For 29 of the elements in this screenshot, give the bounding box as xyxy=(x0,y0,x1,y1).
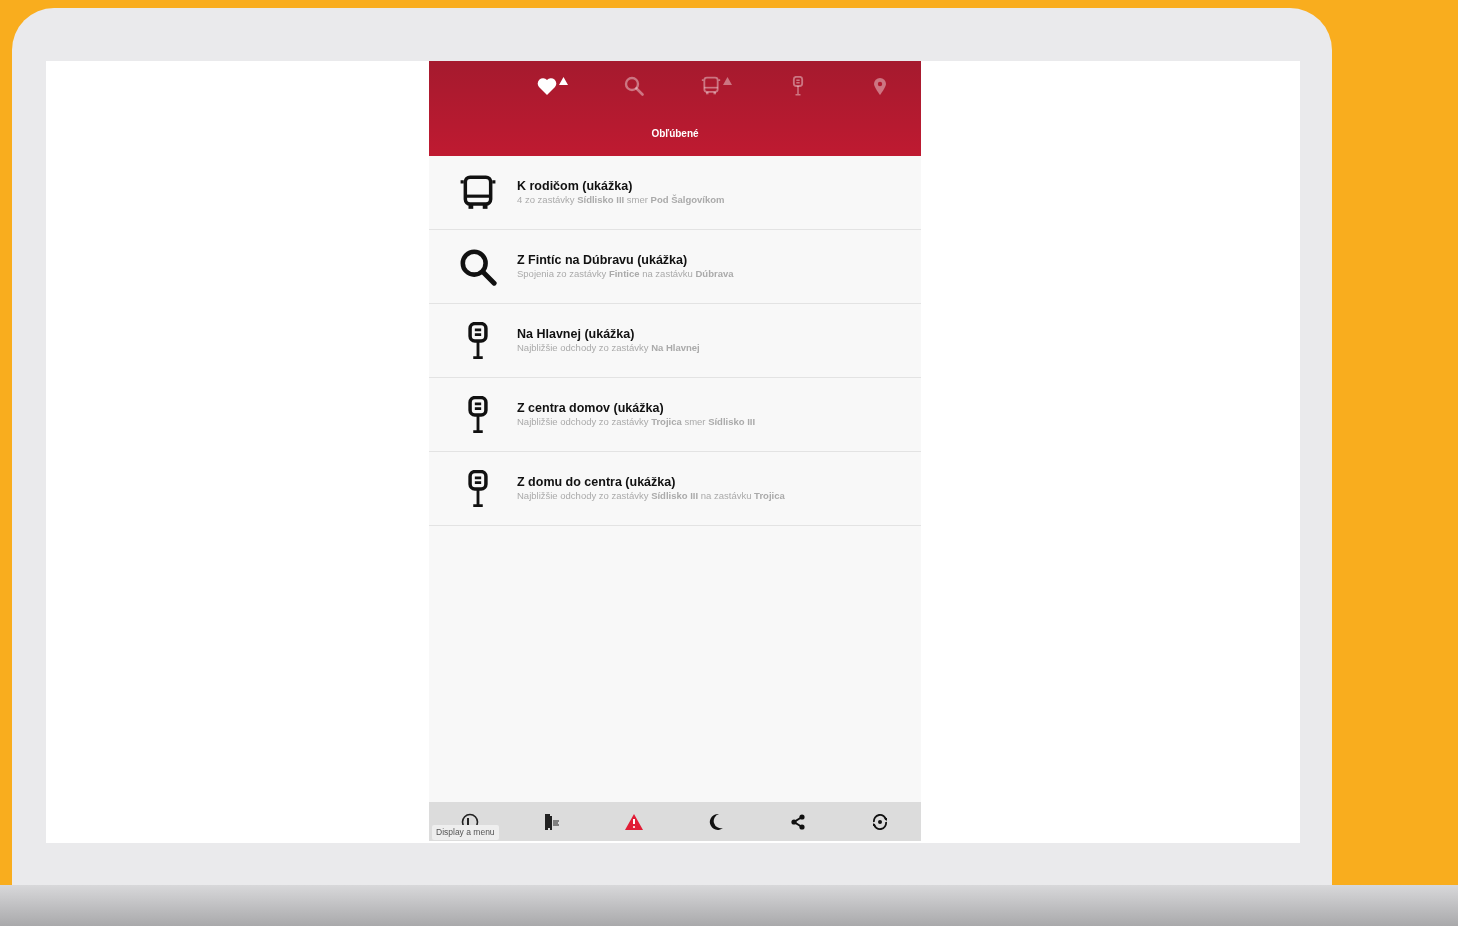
header-title: Obľúbené xyxy=(650,127,700,141)
favorite-item[interactable]: K rodičom (ukážka) 4 zo zastávky Sídlisko III smer Pod Šalgovíkom xyxy=(429,156,921,230)
favorite-item[interactable]: Z Fintíc na Dúbravu (ukážka) Spojenia zo zastávky Fintice na zastávku Dúbrava xyxy=(429,230,921,304)
favorite-title: Na Hlavnej (ukážka) xyxy=(517,326,636,342)
share-icon xyxy=(790,813,806,830)
favorite-title: Z centra domov (ukážka) xyxy=(517,400,665,416)
search-icon xyxy=(459,247,497,286)
warning-icon xyxy=(558,77,568,85)
favorite-title: Z Fintíc na Dúbravu (ukážka) xyxy=(517,252,689,268)
favorite-description: Najbližšie odchody zo zastávky Trojica smer Sídlisko III xyxy=(517,415,756,429)
warning-icon xyxy=(625,813,643,830)
moon-icon xyxy=(708,812,724,831)
favorite-item[interactable]: Z centra domov (ukážka) Najbližšie odchody zo zastávky Trojica smer Sídlisko III xyxy=(429,378,921,452)
bus-icon xyxy=(459,173,497,212)
map-pin-icon xyxy=(873,77,887,95)
favorite-description: Spojenia zo zastávky Fintice na zastávku Dúbrava xyxy=(517,267,734,281)
favorite-title: K rodičom (ukážka) xyxy=(517,178,634,194)
favorite-item[interactable]: Na Hlavnej (ukážka) Najbližšie odchody zo zastávky Na Hlavnej xyxy=(429,304,921,378)
bus-icon xyxy=(700,76,721,96)
favorite-title: Z domu do centra (ukážka) xyxy=(517,474,677,490)
heart-icon xyxy=(536,77,557,95)
tooltip: Display a menu xyxy=(432,825,499,840)
favorite-item[interactable]: Z domu do centra (ukážka) Najbližšie odchody zo zastávky Sídlisko III na zastávku Trojica xyxy=(429,452,921,526)
search-icon xyxy=(624,76,644,96)
favorite-description: Najbližšie odchody zo zastávky Na Hlavnej xyxy=(517,341,700,355)
warning-icon xyxy=(722,77,732,85)
favorite-description: Najbližšie odchody zo zastávky Sídlisko III na zastávku Trojica xyxy=(517,489,785,503)
sync-icon xyxy=(871,813,889,830)
favorite-description: 4 zo zastávky Sídlisko III smer Pod Šalgovíkom xyxy=(517,193,725,207)
